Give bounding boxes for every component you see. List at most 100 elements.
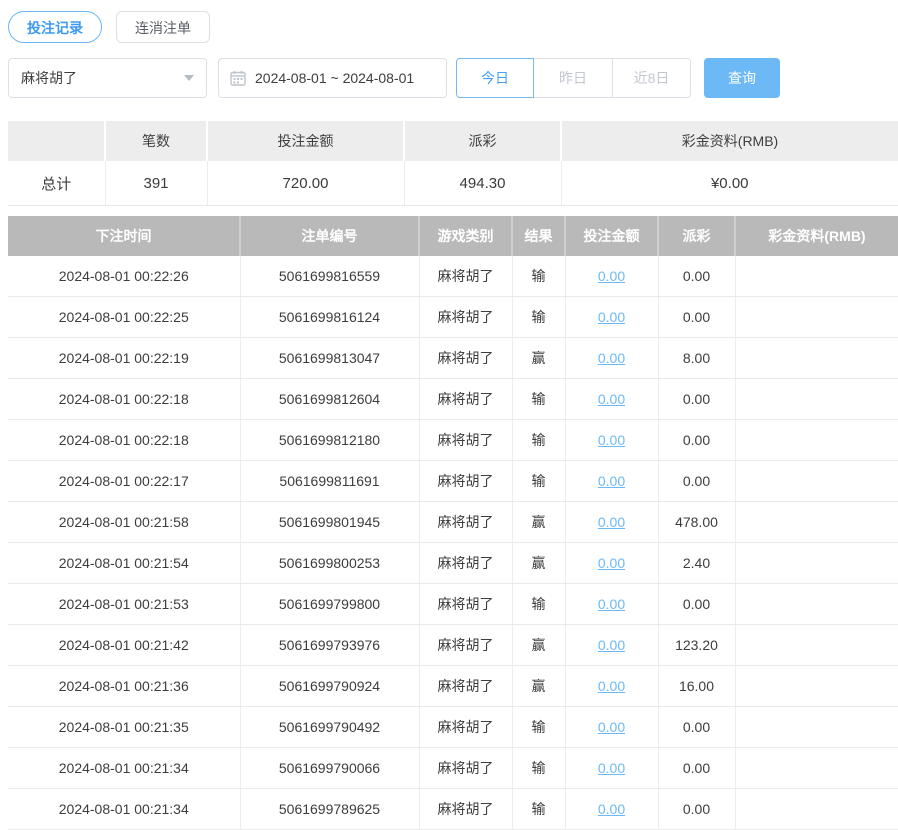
yesterday-button[interactable]: 昨日 xyxy=(533,58,613,98)
bet-amount-link[interactable]: 0.00 xyxy=(598,309,625,325)
cell-game-type: 麻将胡了 xyxy=(419,707,512,748)
bet-table: 下注时间 注单编号 游戏类别 结果 投注金额 派彩 彩金资料(RMB) 2024… xyxy=(8,216,898,830)
cell-bet-time: 2024-08-01 00:22:19 xyxy=(8,338,240,379)
cell-result: 输 xyxy=(512,707,565,748)
table-row: 2024-08-01 00:21:58 5061699801945 麻将胡了 赢… xyxy=(8,502,898,543)
cell-bet-time: 2024-08-01 00:21:34 xyxy=(8,748,240,789)
game-select[interactable]: 麻将胡了 xyxy=(8,58,207,98)
table-row: 2024-08-01 00:21:53 5061699799800 麻将胡了 输… xyxy=(8,584,898,625)
bet-amount-link[interactable]: 0.00 xyxy=(598,678,625,694)
summary-header-blank xyxy=(8,121,105,161)
bet-amount-link[interactable]: 0.00 xyxy=(598,350,625,366)
cell-bonus xyxy=(735,748,898,789)
cell-bonus xyxy=(735,625,898,666)
cell-bet-amount: 0.00 xyxy=(565,748,658,789)
chevron-down-icon xyxy=(184,75,194,81)
today-button[interactable]: 今日 xyxy=(456,58,534,98)
cell-order-no: 5061699812604 xyxy=(240,379,419,420)
table-row: 2024-08-01 00:22:17 5061699811691 麻将胡了 输… xyxy=(8,461,898,502)
bet-amount-link[interactable]: 0.00 xyxy=(598,637,625,653)
cell-order-no: 5061699800253 xyxy=(240,543,419,584)
cell-payout: 0.00 xyxy=(658,748,735,789)
cell-game-type: 麻将胡了 xyxy=(419,256,512,297)
table-row: 2024-08-01 00:21:34 5061699790066 麻将胡了 输… xyxy=(8,748,898,789)
cell-bet-time: 2024-08-01 00:21:35 xyxy=(8,707,240,748)
bet-amount-link[interactable]: 0.00 xyxy=(598,596,625,612)
summary-total-label: 总计 xyxy=(8,161,105,206)
cell-payout: 0.00 xyxy=(658,707,735,748)
cell-bet-amount: 0.00 xyxy=(565,297,658,338)
summary-total-payout: 494.30 xyxy=(404,161,561,206)
table-row: 2024-08-01 00:21:34 5061699789625 麻将胡了 输… xyxy=(8,789,898,830)
tab-bet-records[interactable]: 投注记录 xyxy=(8,11,102,43)
summary-total-count: 391 xyxy=(105,161,207,206)
cell-bonus xyxy=(735,666,898,707)
bet-amount-link[interactable]: 0.00 xyxy=(598,801,625,817)
calendar-icon xyxy=(230,70,246,86)
cell-result: 输 xyxy=(512,748,565,789)
cell-bet-time: 2024-08-01 00:21:36 xyxy=(8,666,240,707)
cell-result: 赢 xyxy=(512,338,565,379)
cell-bonus xyxy=(735,256,898,297)
cell-bet-amount: 0.00 xyxy=(565,420,658,461)
cell-bet-time: 2024-08-01 00:22:18 xyxy=(8,420,240,461)
cell-bet-time: 2024-08-01 00:21:42 xyxy=(8,625,240,666)
cell-bet-time: 2024-08-01 00:21:53 xyxy=(8,584,240,625)
cell-game-type: 麻将胡了 xyxy=(419,461,512,502)
cell-order-no: 5061699790924 xyxy=(240,666,419,707)
summary-header-payout: 派彩 xyxy=(404,121,561,161)
bet-amount-link[interactable]: 0.00 xyxy=(598,719,625,735)
bet-table-header-row: 下注时间 注单编号 游戏类别 结果 投注金额 派彩 彩金资料(RMB) xyxy=(8,216,898,256)
bet-amount-link[interactable]: 0.00 xyxy=(598,760,625,776)
cell-bonus xyxy=(735,707,898,748)
col-header-bonus: 彩金资料(RMB) xyxy=(735,216,898,256)
bet-amount-link[interactable]: 0.00 xyxy=(598,514,625,530)
cell-bet-amount: 0.00 xyxy=(565,502,658,543)
cell-result: 赢 xyxy=(512,666,565,707)
cell-order-no: 5061699811691 xyxy=(240,461,419,502)
table-row: 2024-08-01 00:21:35 5061699790492 麻将胡了 输… xyxy=(8,707,898,748)
summary-header-count: 笔数 xyxy=(105,121,207,161)
table-row: 2024-08-01 00:21:36 5061699790924 麻将胡了 赢… xyxy=(8,666,898,707)
cell-game-type: 麻将胡了 xyxy=(419,543,512,584)
cell-order-no: 5061699812180 xyxy=(240,420,419,461)
summary-header-bet-amount: 投注金额 xyxy=(207,121,404,161)
cell-order-no: 5061699813047 xyxy=(240,338,419,379)
cell-game-type: 麻将胡了 xyxy=(419,420,512,461)
cell-payout: 0.00 xyxy=(658,256,735,297)
bet-amount-link[interactable]: 0.00 xyxy=(598,555,625,571)
cell-game-type: 麻将胡了 xyxy=(419,748,512,789)
cell-payout: 8.00 xyxy=(658,338,735,379)
search-button[interactable]: 查询 xyxy=(704,58,780,98)
cell-bonus xyxy=(735,502,898,543)
cell-payout: 0.00 xyxy=(658,297,735,338)
cell-order-no: 5061699816124 xyxy=(240,297,419,338)
bet-amount-link[interactable]: 0.00 xyxy=(598,432,625,448)
cell-result: 赢 xyxy=(512,625,565,666)
cell-result: 输 xyxy=(512,789,565,830)
cell-bonus xyxy=(735,297,898,338)
bet-amount-link[interactable]: 0.00 xyxy=(598,391,625,407)
cell-game-type: 麻将胡了 xyxy=(419,584,512,625)
cell-result: 输 xyxy=(512,379,565,420)
cell-bonus xyxy=(735,789,898,830)
table-row: 2024-08-01 00:22:26 5061699816559 麻将胡了 输… xyxy=(8,256,898,297)
cell-result: 赢 xyxy=(512,502,565,543)
date-range-input[interactable]: 2024-08-01 ~ 2024-08-01 xyxy=(218,58,447,98)
bet-amount-link[interactable]: 0.00 xyxy=(598,268,625,284)
bet-amount-link[interactable]: 0.00 xyxy=(598,473,625,489)
date-range-value: 2024-08-01 ~ 2024-08-01 xyxy=(255,70,414,86)
game-select-value: 麻将胡了 xyxy=(21,68,77,88)
table-row: 2024-08-01 00:22:25 5061699816124 麻将胡了 输… xyxy=(8,297,898,338)
cell-result: 输 xyxy=(512,584,565,625)
tab-cancelled-orders[interactable]: 连消注单 xyxy=(116,11,210,43)
cell-bet-amount: 0.00 xyxy=(565,461,658,502)
cell-bet-amount: 0.00 xyxy=(565,625,658,666)
cell-order-no: 5061699793976 xyxy=(240,625,419,666)
table-row: 2024-08-01 00:22:18 5061699812180 麻将胡了 输… xyxy=(8,420,898,461)
cell-bet-time: 2024-08-01 00:21:58 xyxy=(8,502,240,543)
last-8-days-button[interactable]: 近8日 xyxy=(612,58,691,98)
cell-game-type: 麻将胡了 xyxy=(419,666,512,707)
col-header-game-type: 游戏类别 xyxy=(419,216,512,256)
summary-header-bonus: 彩金资料(RMB) xyxy=(561,121,898,161)
